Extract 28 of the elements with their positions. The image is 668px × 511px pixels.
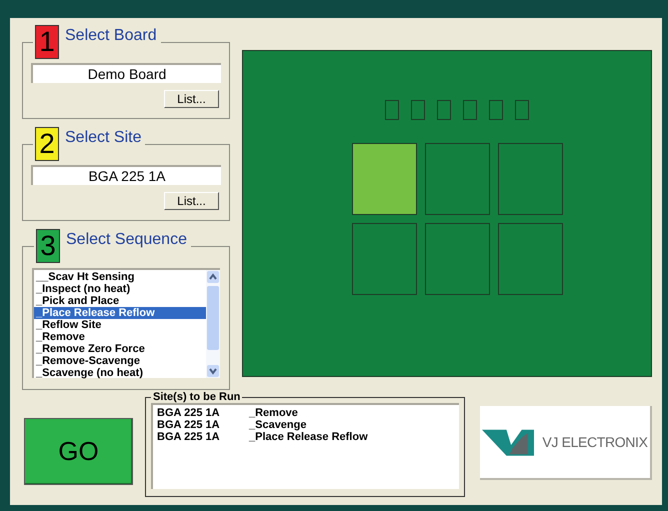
sequence-name: _Scavenge <box>249 419 306 431</box>
step-number-badge: 1 <box>35 25 59 59</box>
sequence-item[interactable]: _Remove <box>34 331 206 343</box>
list-button[interactable]: List... <box>164 90 219 108</box>
sequence-item[interactable]: _Inspect (no heat) <box>34 283 206 295</box>
value-field[interactable]: BGA 225 1A <box>31 165 221 185</box>
step-number-badge: 3 <box>36 229 60 263</box>
step-number-badge: 2 <box>35 127 59 161</box>
sequence-name: _Place Release Reflow <box>249 431 368 443</box>
value-field[interactable]: Demo Board <box>31 63 221 83</box>
sequence-item[interactable]: __Scav Ht Sensing <box>34 271 206 283</box>
group-title: Select Sequence <box>66 230 188 250</box>
sequence-name: _Remove <box>249 407 298 419</box>
go-button[interactable]: GO <box>24 418 133 485</box>
sequence-item[interactable]: _Scavenge (no heat) <box>34 367 206 379</box>
list-button[interactable]: List... <box>164 192 219 210</box>
site-name: BGA 225 1A <box>157 419 221 431</box>
site-name: BGA 225 1A <box>157 407 221 419</box>
sequence-item[interactable]: _Remove-Scavenge <box>34 355 206 367</box>
sequence-item[interactable]: _Pick and Place <box>34 295 206 307</box>
group-title: Select Site <box>65 128 142 148</box>
sequence-item[interactable]: _Remove Zero Force <box>34 343 206 355</box>
site-name: BGA 225 1A <box>157 431 221 443</box>
sequence-item[interactable]: _Reflow Site <box>34 319 206 331</box>
logo-text: VJ ELECTRONIX <box>542 432 648 452</box>
group-title: Site(s) to be Run <box>152 391 242 403</box>
sequence-item[interactable]: _Place Release Reflow <box>34 307 206 319</box>
group-title: Select Board <box>65 26 158 46</box>
